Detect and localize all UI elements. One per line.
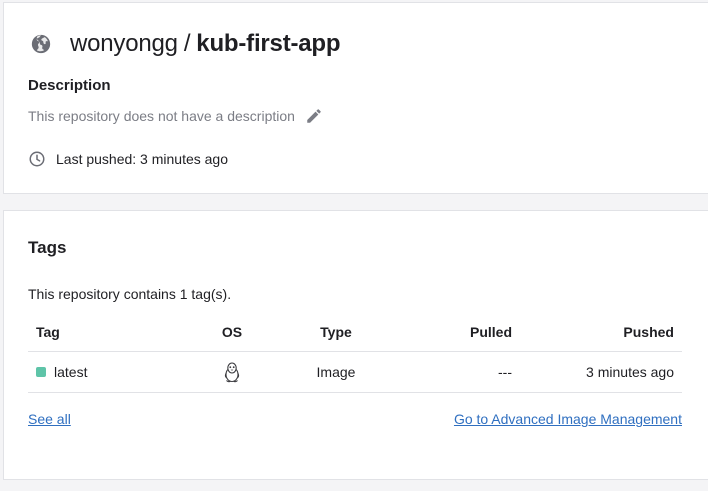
tag-cell: latest: [36, 364, 188, 380]
last-pushed-row: Last pushed: 3 minutes ago: [28, 150, 228, 168]
advanced-image-management-link[interactable]: Go to Advanced Image Management: [454, 411, 682, 427]
column-header-os: OS: [188, 313, 276, 352]
description-text: This repository does not have a descript…: [28, 108, 295, 124]
column-header-pulled: Pulled: [396, 313, 512, 352]
repository-title: wonyongg / kub-first-app: [30, 29, 341, 59]
globe-icon: [30, 33, 52, 55]
clock-icon: [28, 150, 46, 168]
column-header-type: Type: [276, 313, 396, 352]
tags-heading: Tags: [28, 238, 67, 257]
tags-count-text: This repository contains 1 tag(s).: [28, 286, 232, 302]
pulled-cell: ---: [396, 351, 512, 393]
linux-tux-icon: [223, 361, 241, 383]
column-header-pushed: Pushed: [512, 313, 682, 352]
tag-name-link[interactable]: latest: [54, 364, 87, 380]
pushed-cell: 3 minutes ago: [512, 351, 682, 393]
pencil-icon[interactable]: [305, 107, 323, 125]
tags-table-header-row: Tag OS Type Pulled Pushed: [28, 313, 682, 352]
description-row: This repository does not have a descript…: [28, 107, 323, 125]
tags-card: Tags This repository contains 1 tag(s). …: [3, 210, 708, 480]
repository-header-card: wonyongg / kub-first-app Description This …: [3, 2, 708, 194]
see-all-link[interactable]: See all: [28, 411, 71, 427]
repository-name: kub-first-app: [196, 30, 341, 57]
tag-status-dot: [36, 366, 46, 377]
title-separator: /: [183, 30, 191, 57]
column-header-tag: Tag: [28, 313, 188, 352]
type-cell: Image: [276, 351, 396, 393]
description-heading: Description: [28, 77, 111, 94]
table-row: latest Image --- 3 minutes ago: [28, 351, 682, 393]
repository-namespace[interactable]: wonyongg: [70, 30, 178, 57]
last-pushed-text: Last pushed: 3 minutes ago: [56, 151, 229, 167]
tags-table: Tag OS Type Pulled Pushed latest Image -…: [28, 313, 682, 393]
